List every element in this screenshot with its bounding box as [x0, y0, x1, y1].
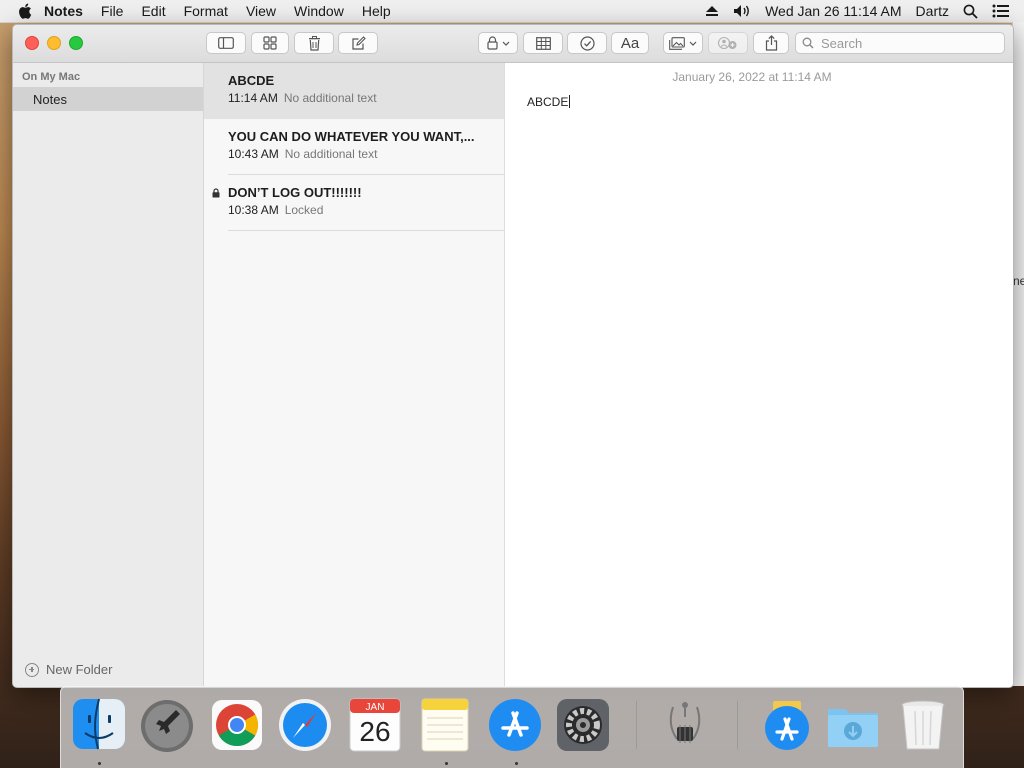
note-list-item[interactable]: DON’T LOG OUT!!!!!!! 10:38 AM Locked — [204, 175, 504, 231]
running-indicator — [515, 762, 518, 765]
trash-icon — [308, 35, 320, 51]
note-body[interactable]: ABCDE — [527, 95, 571, 109]
table-icon — [535, 36, 551, 50]
new-note-button[interactable] — [338, 32, 378, 54]
notes-window: Aa Search On My Mac Notes New Folder ABC… — [12, 24, 1014, 688]
note-title: ABCDE — [228, 73, 275, 88]
chevron-down-icon — [502, 41, 509, 46]
app-store-icon[interactable] — [487, 695, 543, 753]
note-time: 11:14 AM — [228, 91, 278, 105]
photo-icon — [669, 36, 685, 50]
note-time: 10:38 AM — [228, 203, 279, 217]
running-indicator — [445, 762, 448, 765]
note-date: January 26, 2022 at 11:14 AM — [672, 70, 832, 84]
app-store-installer-icon[interactable] — [759, 695, 815, 753]
text-caret — [569, 95, 571, 108]
calendar-month: JAN — [366, 702, 385, 713]
sidebar-item-notes[interactable]: Notes — [13, 87, 203, 111]
note-preview: No additional text — [283, 91, 377, 105]
menu-app-name[interactable]: Notes — [32, 3, 92, 19]
checklist-button[interactable] — [567, 32, 607, 54]
gallery-view-button[interactable] — [251, 32, 289, 54]
search-field[interactable] — [795, 32, 1005, 54]
note-title: DON’T LOG OUT!!!!!!! — [228, 185, 362, 200]
note-preview: Locked — [284, 203, 324, 217]
dock-separator — [737, 701, 738, 749]
menu-file[interactable]: File — [92, 3, 133, 19]
menu-clock[interactable]: Wed Jan 26 11:14 AM — [765, 3, 901, 19]
system-information-icon[interactable] — [657, 695, 713, 753]
sidebar-item-label: Notes — [33, 91, 67, 107]
add-people-button[interactable] — [708, 32, 748, 54]
notes-app-icon[interactable] — [417, 695, 473, 753]
volume-icon[interactable] — [733, 4, 751, 18]
menu-format[interactable]: Format — [175, 3, 237, 19]
sidebar-icon — [218, 37, 234, 49]
chrome-icon[interactable] — [209, 695, 265, 753]
running-indicator — [98, 762, 101, 765]
menu-window[interactable]: Window — [285, 3, 353, 19]
new-folder-label: New Folder — [46, 662, 113, 677]
new-folder-button[interactable]: New Folder — [25, 662, 112, 677]
plus-circle-icon — [25, 662, 39, 677]
dock-separator — [636, 701, 637, 749]
launchpad-icon[interactable] — [139, 695, 195, 753]
toggle-sidebar-button[interactable] — [206, 32, 246, 54]
sidebar-section-label: On My Mac — [22, 71, 81, 83]
share-icon — [765, 35, 777, 51]
checkmark-circle-icon — [579, 35, 595, 51]
table-button[interactable] — [523, 32, 563, 54]
note-meta: 11:14 AM No additional text — [228, 91, 377, 105]
note-list: ABCDE 11:14 AM No additional text YOU CAN… — [204, 63, 505, 687]
calendar-day: 26 — [359, 716, 390, 747]
calendar-icon[interactable]: JAN 26 — [347, 695, 403, 753]
menu-user[interactable]: Dartz — [916, 3, 949, 19]
compose-icon — [351, 35, 366, 50]
close-button[interactable] — [25, 36, 39, 50]
downloads-folder-icon[interactable] — [825, 695, 881, 753]
add-people-icon — [718, 36, 737, 50]
lock-icon — [212, 188, 220, 198]
control-center-icon[interactable] — [992, 4, 1010, 18]
system-preferences-icon[interactable] — [555, 695, 611, 753]
window-toolbar: Aa — [13, 25, 1013, 63]
eject-icon[interactable] — [705, 5, 719, 17]
search-input[interactable] — [819, 34, 993, 52]
minimize-button[interactable] — [47, 36, 61, 50]
menu-view[interactable]: View — [237, 3, 285, 19]
search-icon — [802, 37, 814, 49]
note-list-item[interactable]: ABCDE 11:14 AM No additional text — [204, 63, 504, 119]
media-button[interactable] — [663, 32, 703, 54]
grid-icon — [263, 36, 277, 50]
background-window-text: ne — [1013, 274, 1024, 288]
note-meta: 10:38 AM Locked — [228, 203, 323, 217]
note-title: YOU CAN DO WHATEVER YOU WANT,... — [228, 129, 475, 144]
zoom-button[interactable] — [69, 36, 83, 50]
chevron-down-icon — [689, 41, 697, 46]
lock-note-button[interactable] — [478, 32, 518, 54]
finder-icon[interactable] — [71, 695, 127, 753]
menu-bar: Notes File Edit Format View Window Help … — [0, 0, 1024, 23]
note-time: 10:43 AM — [228, 147, 279, 161]
note-editor[interactable]: January 26, 2022 at 11:14 AM ABCDE — [505, 63, 1013, 687]
note-meta: 10:43 AM No additional text — [228, 147, 377, 161]
note-body-text[interactable]: ABCDE — [527, 95, 568, 109]
trash-can-icon[interactable] — [895, 695, 951, 753]
share-button[interactable] — [753, 32, 789, 54]
menu-help[interactable]: Help — [353, 3, 400, 19]
apple-icon[interactable] — [18, 3, 32, 19]
menu-edit[interactable]: Edit — [132, 3, 174, 19]
lock-icon — [486, 36, 498, 50]
format-button[interactable]: Aa — [611, 32, 649, 54]
dock: JAN 26 — [60, 686, 964, 768]
safari-icon[interactable] — [277, 695, 333, 753]
note-list-item[interactable]: YOU CAN DO WHATEVER YOU WANT,... 10:43 A… — [204, 119, 504, 175]
note-preview: No additional text — [284, 147, 378, 161]
spotlight-icon[interactable] — [963, 4, 978, 19]
delete-note-button[interactable] — [294, 32, 334, 54]
divider — [228, 230, 504, 231]
folders-sidebar: On My Mac Notes New Folder — [13, 63, 204, 687]
